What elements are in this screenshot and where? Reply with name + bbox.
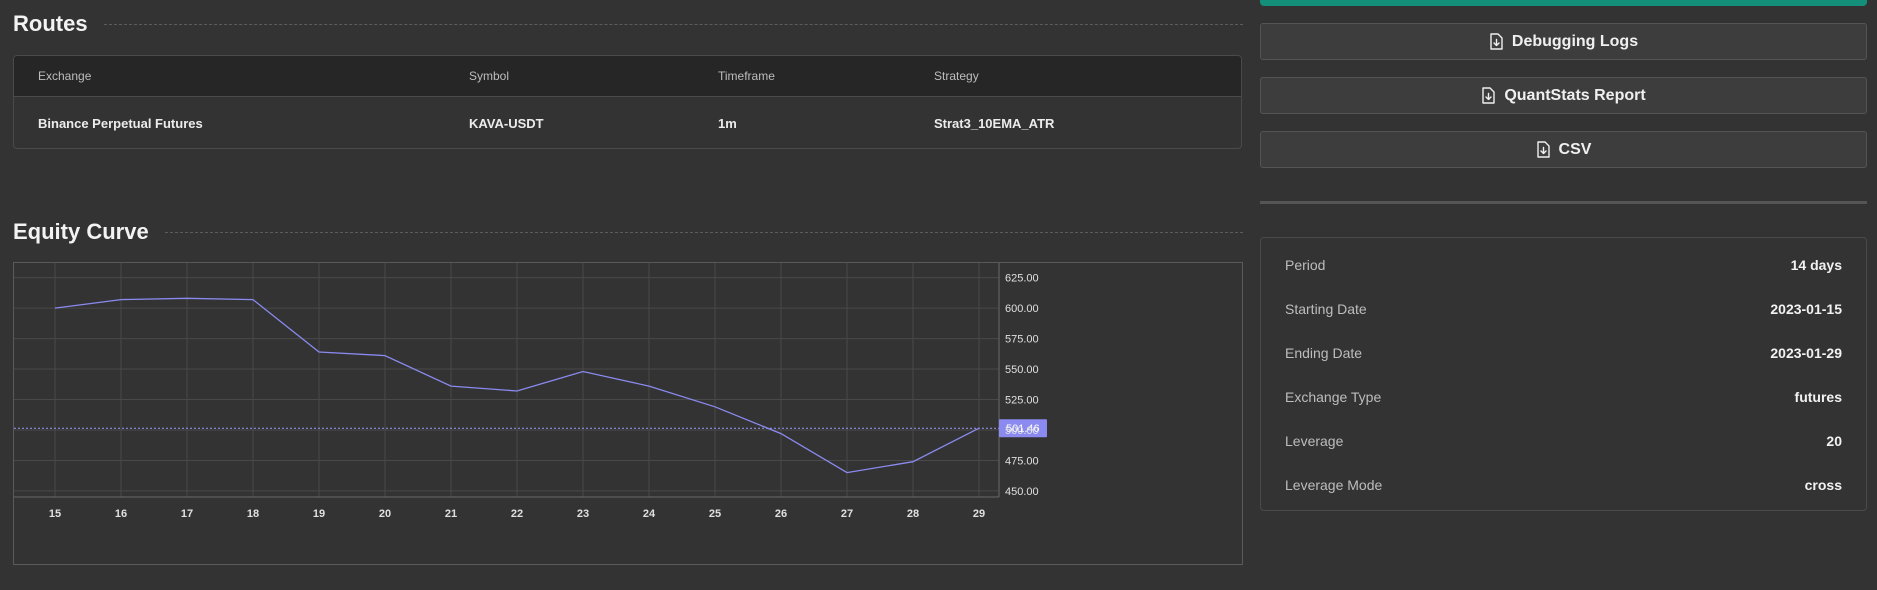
y-tick-label: 475.00 bbox=[1005, 455, 1039, 467]
info-label: Period bbox=[1285, 257, 1326, 273]
file-download-icon bbox=[1490, 33, 1503, 50]
info-value: cross bbox=[1804, 477, 1842, 493]
y-tick-label: 500.00 bbox=[1005, 425, 1039, 437]
x-tick-label: 27 bbox=[841, 508, 853, 520]
info-label: Exchange Type bbox=[1285, 389, 1382, 405]
y-tick-label: 450.00 bbox=[1005, 486, 1039, 498]
info-row-leverage-mode: Leverage Mode cross bbox=[1285, 475, 1842, 495]
x-tick-label: 16 bbox=[115, 508, 127, 520]
file-download-icon bbox=[1482, 87, 1496, 104]
info-value: 14 days bbox=[1790, 257, 1842, 273]
x-tick-label: 15 bbox=[49, 508, 61, 520]
info-row-leverage: Leverage 20 bbox=[1285, 431, 1842, 451]
x-axis-ticks: 15 16 17 18 19 20 21 22 23 24 25 26 27 28 29 bbox=[49, 508, 985, 520]
y-axis-ticks: 625.00 600.00 575.00 550.00 525.00 500.00 475.… bbox=[1005, 273, 1039, 498]
equity-section-title: Equity Curve bbox=[13, 217, 1243, 247]
route-symbol: KAVA-USDT bbox=[469, 115, 544, 131]
title-divider bbox=[164, 231, 1243, 233]
x-tick-label: 26 bbox=[775, 508, 787, 520]
chart-axes bbox=[14, 263, 1000, 498]
table-row: Binance Perpetual Futures KAVA-USDT 1m S… bbox=[14, 97, 1241, 148]
accent-bar bbox=[1260, 0, 1867, 6]
column-header-strategy: Strategy bbox=[934, 69, 979, 83]
route-timeframe: 1m bbox=[718, 115, 737, 131]
x-tick-label: 21 bbox=[445, 508, 457, 520]
routes-section-title: Routes bbox=[13, 9, 1243, 39]
x-tick-label: 22 bbox=[511, 508, 523, 520]
info-row-period: Period 14 days bbox=[1285, 255, 1842, 275]
info-value: 2023-01-15 bbox=[1770, 301, 1842, 317]
x-tick-label: 23 bbox=[577, 508, 589, 520]
y-tick-label: 525.00 bbox=[1005, 395, 1039, 407]
info-row-ending-date: Ending Date 2023-01-29 bbox=[1285, 343, 1842, 363]
info-value: 2023-01-29 bbox=[1770, 345, 1842, 361]
info-label: Starting Date bbox=[1285, 301, 1367, 317]
equity-chart-svg: 501.46 625.00600.00575.00550.00525.00500… bbox=[14, 263, 1047, 520]
x-tick-label: 28 bbox=[907, 508, 919, 520]
y-tick-label: 550.00 bbox=[1005, 364, 1039, 376]
column-header-timeframe: Timeframe bbox=[718, 69, 775, 83]
x-tick-label: 19 bbox=[313, 508, 325, 520]
table-header: Exchange Symbol Timeframe Strategy bbox=[14, 56, 1241, 97]
x-tick-label: 25 bbox=[709, 508, 721, 520]
x-tick-label: 24 bbox=[643, 508, 656, 520]
x-tick-label: 18 bbox=[247, 508, 259, 520]
x-tick-label: 17 bbox=[181, 508, 193, 520]
info-value: 20 bbox=[1826, 433, 1842, 449]
csv-label: CSV bbox=[1558, 140, 1592, 158]
chart-grid bbox=[14, 263, 999, 497]
info-value: futures bbox=[1794, 389, 1842, 405]
info-row-exchange-type: Exchange Type futures bbox=[1285, 387, 1842, 407]
csv-button[interactable]: CSV bbox=[1260, 131, 1867, 168]
y-tick-label: 600.00 bbox=[1005, 303, 1039, 315]
equity-title: Equity Curve bbox=[13, 219, 149, 244]
y-tick-label: 575.00 bbox=[1005, 334, 1039, 346]
routes-title: Routes bbox=[13, 11, 88, 36]
column-header-exchange: Exchange bbox=[38, 69, 92, 83]
route-exchange: Binance Perpetual Futures bbox=[38, 115, 203, 131]
file-download-icon bbox=[1536, 141, 1550, 158]
routes-table: Exchange Symbol Timeframe Strategy Binan… bbox=[13, 55, 1242, 149]
x-tick-label: 29 bbox=[973, 508, 985, 520]
info-label: Leverage bbox=[1285, 433, 1344, 449]
title-divider bbox=[103, 23, 1243, 25]
y-tick-label: 625.00 bbox=[1005, 273, 1039, 285]
quantstats-report-button[interactable]: QuantStats Report bbox=[1260, 77, 1867, 114]
debugging-logs-label: Debugging Logs bbox=[1511, 32, 1639, 50]
route-strategy: Strat3_10EMA_ATR bbox=[934, 115, 1055, 131]
info-label: Ending Date bbox=[1285, 345, 1363, 361]
info-label: Leverage Mode bbox=[1285, 477, 1383, 493]
info-row-starting-date: Starting Date 2023-01-15 bbox=[1285, 299, 1842, 319]
equity-chart[interactable]: 501.46 625.00 600.00 575.00 550.00 525.00 500… bbox=[13, 262, 1243, 565]
section-divider bbox=[1260, 201, 1867, 204]
backtest-info-card: Period 14 days Starting Date 2023-01-15 … bbox=[1260, 237, 1867, 511]
column-header-symbol: Symbol bbox=[469, 69, 510, 83]
debugging-logs-button[interactable]: Debugging Logs bbox=[1260, 23, 1867, 60]
quantstats-report-label: QuantStats Report bbox=[1504, 86, 1646, 104]
x-tick-label: 20 bbox=[379, 508, 391, 520]
